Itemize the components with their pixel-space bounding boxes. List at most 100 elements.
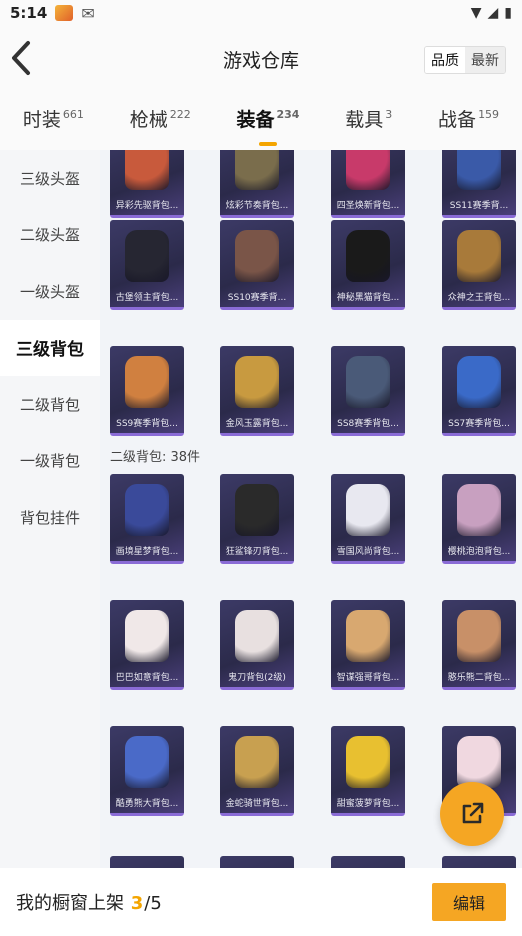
backpack-item[interactable]: 神秘黑猫背包... <box>331 220 405 310</box>
wifi-icon: ▼ <box>470 5 482 21</box>
backpack-item[interactable]: 智谋强哥背包... <box>331 600 405 690</box>
backpack-item-name: 雪国风尚背包... <box>336 547 400 557</box>
tab-combat[interactable]: 战备 159 <box>438 105 499 138</box>
backpack-item-name: 憨乐熊二背包... <box>447 673 511 683</box>
backpack-item-name: 巴巴如意背包... <box>115 673 179 683</box>
backpack-item-name: 智谋强哥背包... <box>336 673 400 683</box>
backpack-item[interactable]: 巴巴如意背包... <box>110 600 184 690</box>
backpack-item[interactable]: 狂鲨锋刃背包... <box>220 474 294 564</box>
tab-fashion[interactable]: 时装 661 <box>23 105 84 138</box>
backpack-image <box>457 610 501 662</box>
sort-quality-button[interactable]: 品质 <box>425 47 465 73</box>
backpack-item[interactable]: 甜蜜菠萝背包... <box>331 726 405 816</box>
backpack-item-name: 甜蜜菠萝背包... <box>336 799 400 809</box>
backpack-item[interactable]: 古堡领主背包... <box>110 220 184 310</box>
backpack-item-name: 异彩先驱背包... <box>115 201 179 211</box>
backpack-image <box>235 484 279 536</box>
backpack-image <box>346 356 390 408</box>
backpack-item[interactable]: 雪国风尚背包... <box>331 474 405 564</box>
backpack-image <box>235 736 279 788</box>
backpack-image <box>235 230 279 282</box>
tab-vehicles[interactable]: 载具 3 <box>345 105 392 138</box>
signal-icon: ◢ <box>487 5 499 21</box>
backpack-image <box>457 484 501 536</box>
status-right: ▼ ◢ ▮ <box>471 5 512 21</box>
backpack-image <box>125 610 169 662</box>
backpack-item[interactable]: 金风玉露背包... <box>220 346 294 436</box>
backpack-image <box>346 150 390 190</box>
backpack-item[interactable]: 樱桃泡泡背包... <box>442 474 516 564</box>
backpack-item[interactable]: 四圣焕新背包... <box>331 150 405 218</box>
backpack-item-name: 鬼刀背包(2级) <box>228 673 286 683</box>
backpack-item[interactable]: 金蛇骑世背包... <box>220 726 294 816</box>
sidebar-item-helmet-2[interactable]: 二级头盔 <box>0 207 100 264</box>
backpack-item[interactable]: 鬼刀背包(2级) <box>220 600 294 690</box>
backpack-item-name: 众神之王背包... <box>447 293 511 303</box>
backpack-item[interactable] <box>331 856 405 868</box>
sidebar-item-backpack-2[interactable]: 二级背包 <box>0 376 100 433</box>
backpack-image <box>346 484 390 536</box>
backpack-item[interactable]: 憨乐熊二背包... <box>442 600 516 690</box>
section-label: 二级背包: 38件 <box>110 450 201 465</box>
backpack-image <box>125 230 169 282</box>
sidebar-item-helmet-1[interactable]: 一级头盔 <box>0 263 100 320</box>
backpack-item-name: 金蛇骑世背包... <box>225 799 289 809</box>
backpack-item[interactable]: SS9赛季背包... <box>110 346 184 436</box>
tab-equipment[interactable]: 装备 234 <box>236 105 299 138</box>
backpack-image <box>346 736 390 788</box>
backpack-item-name: 樱桃泡泡背包... <box>447 547 511 557</box>
sidebar-item-backpack-3[interactable]: 三级背包 <box>0 319 100 376</box>
backpack-item[interactable]: SS7赛季背包... <box>442 346 516 436</box>
category-tabs: 时装 661 枪械 222 装备 234 载具 3 战备 159 <box>0 92 522 150</box>
share-icon <box>462 802 484 824</box>
backpack-item[interactable]: SS8赛季背包... <box>331 346 405 436</box>
backpack-image <box>125 150 169 190</box>
backpack-item-name: 四圣焕新背包... <box>336 201 400 211</box>
backpack-image <box>235 356 279 408</box>
backpack-item-name: 古堡领主背包... <box>115 293 179 303</box>
backpack-item[interactable] <box>442 856 516 868</box>
sidebar: 三级头盔 二级头盔 一级头盔 三级背包 二级背包 一级背包 背包挂件 <box>0 150 100 868</box>
edit-button[interactable]: 编辑 <box>432 883 506 921</box>
backpack-image <box>457 356 501 408</box>
backpack-item[interactable]: 酷勇熊大背包... <box>110 726 184 816</box>
backpack-item-name: SS9赛季背包... <box>116 419 178 429</box>
backpack-item-name: 画境星梦背包... <box>115 547 179 557</box>
sort-toggle: 品质 最新 <box>424 46 506 74</box>
backpack-item-name: 神秘黑猫背包... <box>336 293 400 303</box>
header: 游戏仓库 品质 最新 <box>0 26 522 92</box>
backpack-item[interactable]: 众神之王背包... <box>442 220 516 310</box>
backpack-image <box>125 356 169 408</box>
backpack-image <box>457 150 501 190</box>
backpack-item[interactable]: 异彩先驱背包... <box>110 150 184 218</box>
bottom-bar: 我的橱窗上架 3/5 编辑 <box>0 868 522 936</box>
backpack-image <box>125 484 169 536</box>
backpack-image <box>346 230 390 282</box>
backpack-image <box>457 230 501 282</box>
sidebar-item-backpack-1[interactable]: 一级背包 <box>0 433 100 490</box>
backpack-item[interactable] <box>110 856 184 868</box>
tab-guns[interactable]: 枪械 222 <box>130 105 191 138</box>
sidebar-item-backpack-pendant[interactable]: 背包挂件 <box>0 489 100 546</box>
backpack-image <box>235 150 279 190</box>
backpack-item[interactable]: 画境星梦背包... <box>110 474 184 564</box>
backpack-item-name: 炫彩节奏背包... <box>225 201 289 211</box>
backpack-item-name: 酷勇熊大背包... <box>115 799 179 809</box>
sort-newest-button[interactable]: 最新 <box>465 47 505 73</box>
app-notification-icon <box>55 5 74 21</box>
backpack-item-name: 狂鲨锋刃背包... <box>225 547 289 557</box>
sidebar-item-helmet-3[interactable]: 三级头盔 <box>0 150 100 207</box>
showcase-status: 我的橱窗上架 3/5 <box>16 893 162 914</box>
item-grid: 二级背包: 38件 异彩先驱背包... 炫彩节奏背包... 四圣焕新背包... SS1… <box>100 150 522 868</box>
battery-icon: ▮ <box>504 5 512 21</box>
backpack-item[interactable] <box>220 856 294 868</box>
backpack-item-name: SS8赛季背包... <box>337 419 399 429</box>
backpack-image <box>457 736 501 788</box>
mail-icon: ✉ <box>81 3 95 23</box>
backpack-item-name: SS7赛季背包... <box>448 419 510 429</box>
share-button[interactable] <box>440 782 504 846</box>
backpack-item[interactable]: SS10赛季背... <box>220 220 294 310</box>
backpack-item[interactable]: SS11赛季背... <box>442 150 516 218</box>
backpack-item-name: SS11赛季背... <box>449 201 509 211</box>
backpack-item[interactable]: 炫彩节奏背包... <box>220 150 294 218</box>
